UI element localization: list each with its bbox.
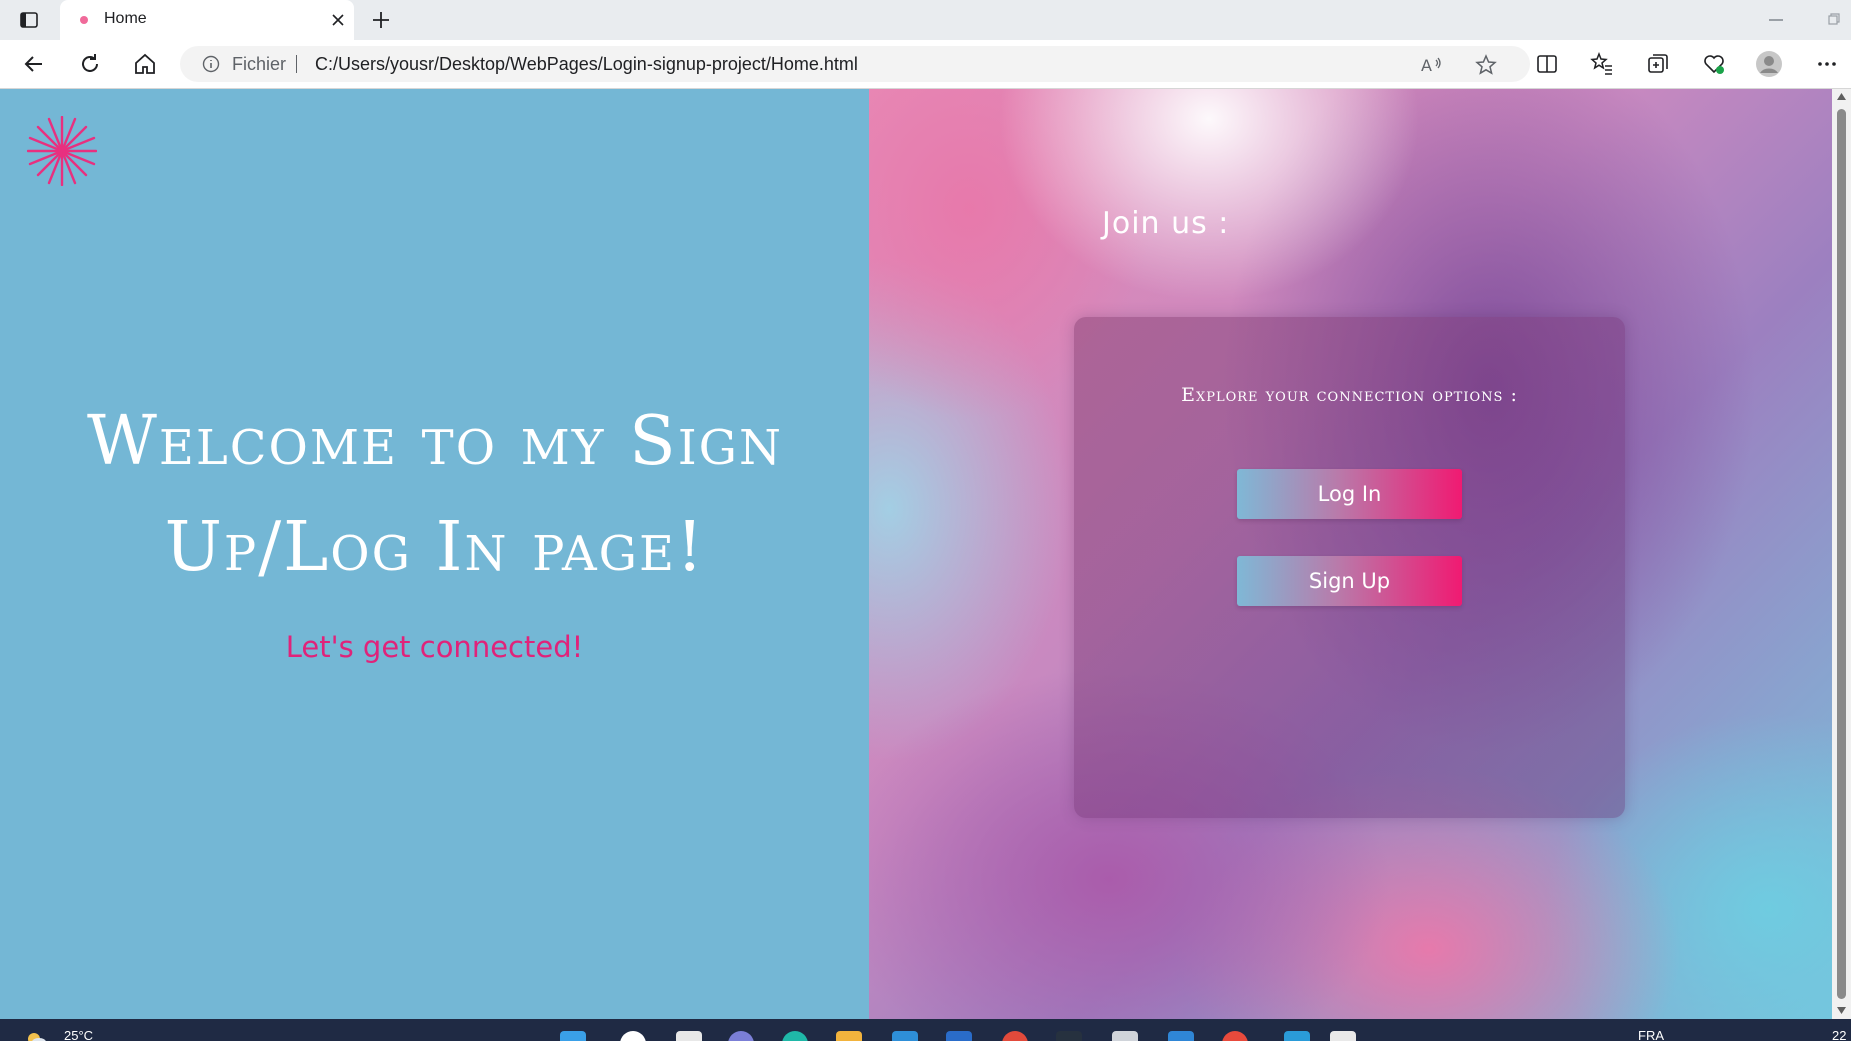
collections-icon[interactable] bbox=[1646, 52, 1670, 76]
calendar-icon[interactable] bbox=[1330, 1031, 1356, 1041]
scroll-down-arrow-icon[interactable] bbox=[1836, 1006, 1847, 1015]
profile-avatar-icon[interactable] bbox=[1755, 50, 1783, 78]
split-screen-icon[interactable] bbox=[1535, 52, 1559, 76]
join-title: Join us : bbox=[1102, 206, 1230, 241]
pink-dot-favicon-icon bbox=[80, 16, 88, 24]
login-button[interactable]: Log In bbox=[1237, 469, 1462, 519]
address-bar[interactable]: Fichier C:/Users/yousr/Desktop/WebPages/… bbox=[180, 46, 1530, 82]
read-aloud-icon[interactable]: A bbox=[1420, 54, 1444, 76]
back-arrow-icon[interactable] bbox=[22, 52, 46, 76]
outlook-icon[interactable] bbox=[1168, 1031, 1194, 1041]
terminal-icon[interactable] bbox=[1056, 1031, 1082, 1041]
edge-icon[interactable] bbox=[782, 1031, 808, 1041]
os-taskbar: 25°C FRA 22 bbox=[0, 1019, 1851, 1041]
address-scheme-label: Fichier bbox=[232, 54, 287, 74]
search-icon[interactable] bbox=[620, 1031, 646, 1041]
scroll-up-arrow-icon[interactable] bbox=[1836, 92, 1847, 101]
browser-tab-strip: Home bbox=[0, 0, 1851, 40]
tab-title: Home bbox=[104, 10, 147, 27]
language-indicator[interactable]: FRA bbox=[1638, 1028, 1664, 1041]
browser-tab-home[interactable]: Home bbox=[60, 0, 354, 40]
address-separator bbox=[296, 55, 297, 73]
favorites-icon[interactable] bbox=[1590, 52, 1614, 76]
welcome-heading-line1: Welcome to my Sign bbox=[86, 402, 783, 481]
vscode-icon[interactable] bbox=[946, 1031, 972, 1041]
tagline: Let's get connected! bbox=[285, 630, 584, 664]
tab-actions-icon[interactable] bbox=[19, 10, 39, 30]
welcome-heading-line2: Up/Log In page! bbox=[164, 508, 706, 587]
store-icon[interactable] bbox=[892, 1031, 918, 1041]
weather-icon[interactable] bbox=[26, 1031, 46, 1041]
welcome-panel: Welcome to my Sign Up/Log In page! Let's… bbox=[0, 89, 869, 1019]
card-subtitle: Explore your connection options : bbox=[1181, 384, 1518, 406]
home-icon[interactable] bbox=[133, 52, 157, 76]
signup-button[interactable]: Sign Up bbox=[1237, 556, 1462, 606]
photos-icon[interactable] bbox=[1284, 1031, 1310, 1041]
page-viewport: Welcome to my Sign Up/Log In page! Let's… bbox=[0, 89, 1851, 1019]
connection-options-card: Explore your connection options : Log In… bbox=[1074, 317, 1625, 818]
chrome-icon[interactable] bbox=[1002, 1031, 1028, 1041]
browser-essentials-icon[interactable] bbox=[1702, 52, 1726, 76]
vertical-scrollbar[interactable] bbox=[1832, 89, 1851, 1019]
welcome-heading: Welcome to my Sign Up/Log In page! bbox=[30, 389, 840, 601]
app-icon[interactable] bbox=[1112, 1031, 1138, 1041]
chat-icon[interactable] bbox=[728, 1031, 754, 1041]
task-view-icon[interactable] bbox=[676, 1031, 702, 1041]
close-icon[interactable] bbox=[330, 12, 346, 28]
address-url[interactable]: C:/Users/yousr/Desktop/WebPages/Login-si… bbox=[315, 54, 858, 75]
file-explorer-icon[interactable] bbox=[836, 1031, 862, 1041]
star-icon[interactable] bbox=[1475, 54, 1497, 76]
app-badge-icon[interactable] bbox=[1222, 1031, 1248, 1041]
minimize-icon[interactable] bbox=[1769, 19, 1783, 21]
plus-icon[interactable] bbox=[370, 9, 392, 31]
system-clock[interactable]: 22 bbox=[1832, 1028, 1846, 1041]
weather-temperature[interactable]: 25°C bbox=[64, 1028, 93, 1041]
refresh-icon[interactable] bbox=[78, 52, 102, 76]
restore-icon[interactable] bbox=[1828, 13, 1840, 25]
browser-toolbar: Fichier C:/Users/yousr/Desktop/WebPages/… bbox=[0, 40, 1851, 89]
start-icon[interactable] bbox=[560, 1031, 586, 1041]
join-panel: Join us : Explore your connection option… bbox=[869, 89, 1832, 1019]
info-icon[interactable] bbox=[202, 55, 220, 73]
more-options-icon[interactable] bbox=[1815, 52, 1839, 76]
starburst-logo-icon bbox=[27, 116, 97, 186]
svg-text:A: A bbox=[1421, 56, 1432, 75]
scrollbar-thumb[interactable] bbox=[1837, 109, 1846, 999]
